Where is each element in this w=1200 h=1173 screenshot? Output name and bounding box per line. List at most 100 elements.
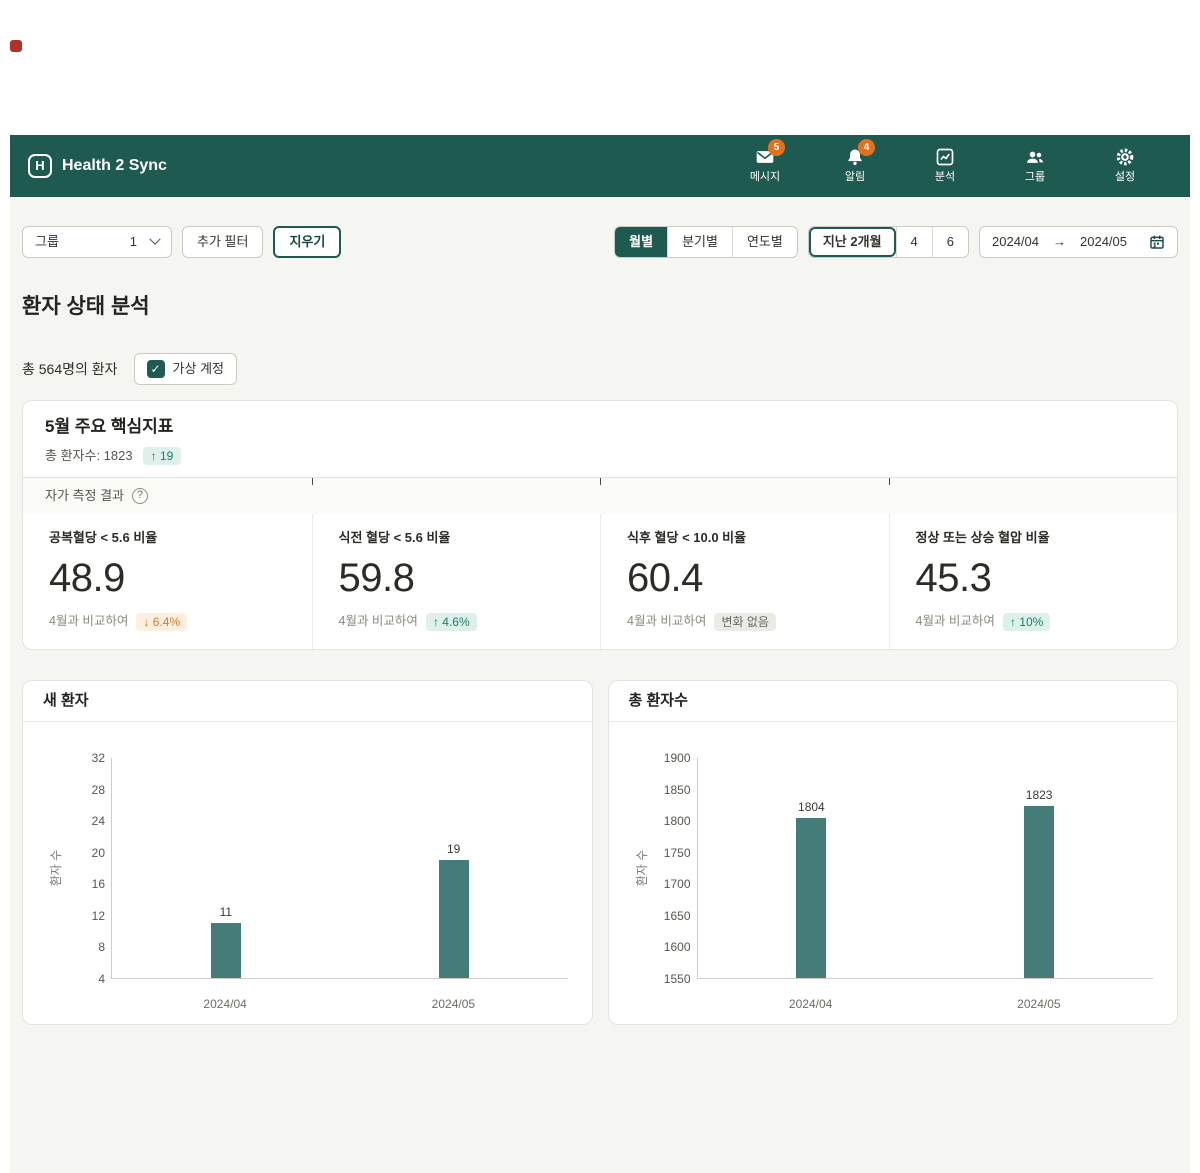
- tab-last-2-months[interactable]: 지난 2개월: [809, 227, 896, 257]
- chevron-down-icon: [149, 234, 160, 245]
- nav-label: 메시지: [750, 171, 780, 184]
- range-segmented-control: 지난 2개월 4 6: [808, 226, 969, 258]
- change-badge: 변화 없음: [714, 613, 776, 631]
- y-tick-label: 20: [92, 847, 105, 859]
- tab-4-months[interactable]: 4: [896, 227, 932, 257]
- health2sync-logo-icon: H: [28, 154, 52, 178]
- group-select-label: 그룹: [35, 234, 59, 250]
- total-patients-chart-card: 총 환자수 환자 수 19001850180017501700165016001…: [608, 680, 1179, 1025]
- date-end: 2024/05: [1080, 234, 1127, 250]
- header-nav: 5 메시지 4 알림 분석: [744, 147, 1146, 184]
- compare-label: 4월과 비교하여: [627, 614, 706, 629]
- column-divider-tick: [312, 478, 313, 485]
- nav-label: 그룹: [1025, 171, 1045, 184]
- top-navbar: H Health 2 Sync 5 메시지 4 알림: [10, 135, 1190, 197]
- y-tick-label: 32: [92, 752, 105, 764]
- nav-item-analysis[interactable]: 분석: [924, 147, 966, 184]
- metric-postmeal-glucose: 식후 혈당 < 10.0 비율 60.4 4월과 비교하여 변화 없음: [600, 514, 889, 649]
- group-select[interactable]: 그룹 1: [22, 226, 172, 258]
- nav-item-settings[interactable]: 설정: [1104, 147, 1146, 184]
- period-segmented-control: 월별 분기별 연도별: [614, 226, 798, 258]
- y-axis-title: 환자 수: [634, 850, 648, 886]
- filter-right-group: 월별 분기별 연도별 지난 2개월 4 6 2024/04 → 2024/05: [614, 226, 1178, 258]
- metric-value: 45.3: [916, 554, 1152, 602]
- brand-name: Health 2 Sync: [62, 156, 167, 175]
- virtual-account-label: 가상 계정: [173, 361, 224, 377]
- y-tick-label: 24: [92, 815, 105, 827]
- metric-footer: 4월과 비교하여 ↑ 10%: [916, 613, 1152, 631]
- y-tick-label: 1800: [664, 815, 691, 827]
- metric-value: 48.9: [49, 554, 286, 602]
- metric-label: 공복혈당 < 5.6 비율: [49, 530, 286, 546]
- x-tick-label: 2024/05: [432, 997, 475, 1011]
- page-title: 환자 상태 분석: [22, 294, 1178, 319]
- metrics-grid: 공복혈당 < 5.6 비율 48.9 4월과 비교하여 ↓ 6.4% 식전 혈당…: [23, 514, 1177, 649]
- calendar-icon: [1149, 234, 1165, 250]
- metric-footer: 4월과 비교하여 ↓ 6.4%: [49, 613, 286, 631]
- filter-left-group: 그룹 1 추가 필터 지우기: [22, 226, 341, 258]
- metric-footer: 4월과 비교하여 ↑ 4.6%: [339, 613, 575, 631]
- y-tick-label: 1700: [664, 878, 691, 890]
- tab-monthly[interactable]: 월별: [615, 227, 667, 257]
- y-tick-label: 16: [92, 878, 105, 890]
- kpi-card-subtitle: 총 환자수: 1823 ↑ 19: [45, 447, 1155, 465]
- chart-title: 총 환자수: [609, 681, 1178, 722]
- kpi-total-change-badge: ↑ 19: [143, 447, 182, 465]
- metric-premeal-glucose: 식전 혈당 < 5.6 비율 59.8 4월과 비교하여 ↑ 4.6%: [312, 514, 601, 649]
- x-tick-label: 2024/05: [1017, 997, 1060, 1011]
- self-measurement-section-header: 자가 측정 결과 ?: [23, 477, 1177, 514]
- metric-fasting-glucose: 공복혈당 < 5.6 비율 48.9 4월과 비교하여 ↓ 6.4%: [23, 514, 312, 649]
- chart-icon: [935, 147, 955, 167]
- bar-value-label: 11: [220, 905, 232, 919]
- change-badge: ↑ 4.6%: [426, 613, 477, 631]
- nav-item-alerts[interactable]: 4 알림: [834, 147, 876, 184]
- metric-value: 59.8: [339, 554, 575, 602]
- nav-item-messages[interactable]: 5 메시지: [744, 147, 786, 184]
- group-select-value: 1: [130, 234, 137, 250]
- chart-body: 환자 수 19001850180017501700165016001550 18…: [609, 722, 1178, 1025]
- messages-count-badge: 5: [768, 139, 785, 156]
- nav-item-groups[interactable]: 그룹: [1014, 147, 1056, 184]
- change-badge: ↓ 6.4%: [136, 613, 187, 631]
- bar: 1804: [796, 818, 826, 978]
- nav-label: 분석: [935, 171, 955, 184]
- new-patients-chart-card: 새 환자 환자 수 32282420161284 1119 2024/04202…: [22, 680, 593, 1025]
- kpi-card: 5월 주요 핵심지표 총 환자수: 1823 ↑ 19 자가 측정 결과 ? 공…: [22, 400, 1178, 650]
- bar-value-label: 1823: [1026, 788, 1053, 802]
- filter-toolbar: 그룹 1 추가 필터 지우기 월별 분기별 연도별 지난 2개월 4 6 202…: [10, 226, 1190, 258]
- tab-yearly[interactable]: 연도별: [732, 227, 797, 257]
- y-tick-label: 8: [98, 941, 105, 953]
- plot-area: 11 19: [111, 758, 568, 979]
- y-axis-ticks: 19001850180017501700165016001550: [653, 758, 691, 979]
- date-start: 2024/04: [992, 234, 1039, 250]
- brand: H Health 2 Sync: [28, 154, 167, 178]
- x-axis-labels: 2024/042024/05: [697, 997, 1154, 1011]
- metric-label: 정상 또는 상승 혈압 비율: [916, 530, 1152, 546]
- y-tick-label: 1750: [664, 847, 691, 859]
- clear-button[interactable]: 지우기: [273, 226, 341, 258]
- plot-area: 1804 1823: [697, 758, 1154, 979]
- help-icon[interactable]: ?: [132, 488, 148, 504]
- y-tick-label: 28: [92, 784, 105, 796]
- people-icon: [1025, 147, 1045, 167]
- tab-quarterly[interactable]: 분기별: [667, 227, 732, 257]
- y-tick-label: 1650: [664, 910, 691, 922]
- bar-value-label: 19: [447, 842, 460, 856]
- date-range-picker[interactable]: 2024/04 → 2024/05: [979, 226, 1178, 258]
- bar: 19: [439, 860, 469, 978]
- y-axis-title: 환자 수: [49, 850, 63, 886]
- add-filter-button[interactable]: 추가 필터: [182, 226, 263, 258]
- checkbox-checked-icon[interactable]: ✓: [147, 360, 165, 378]
- compare-label: 4월과 비교하여: [339, 614, 418, 629]
- virtual-account-toggle[interactable]: ✓ 가상 계정: [134, 353, 237, 385]
- kpi-card-title: 5월 주요 핵심지표: [45, 417, 1155, 437]
- x-tick-label: 2024/04: [203, 997, 246, 1011]
- tab-6-months[interactable]: 6: [932, 227, 968, 257]
- kpi-card-header: 5월 주요 핵심지표 총 환자수: 1823 ↑ 19: [23, 401, 1177, 477]
- nav-label: 알림: [845, 171, 865, 184]
- chart-title: 새 환자: [23, 681, 592, 722]
- compare-label: 4월과 비교하여: [49, 614, 128, 629]
- y-tick-label: 1850: [664, 784, 691, 796]
- alerts-count-badge: 4: [858, 139, 875, 156]
- metric-label: 식후 혈당 < 10.0 비율: [627, 530, 863, 546]
